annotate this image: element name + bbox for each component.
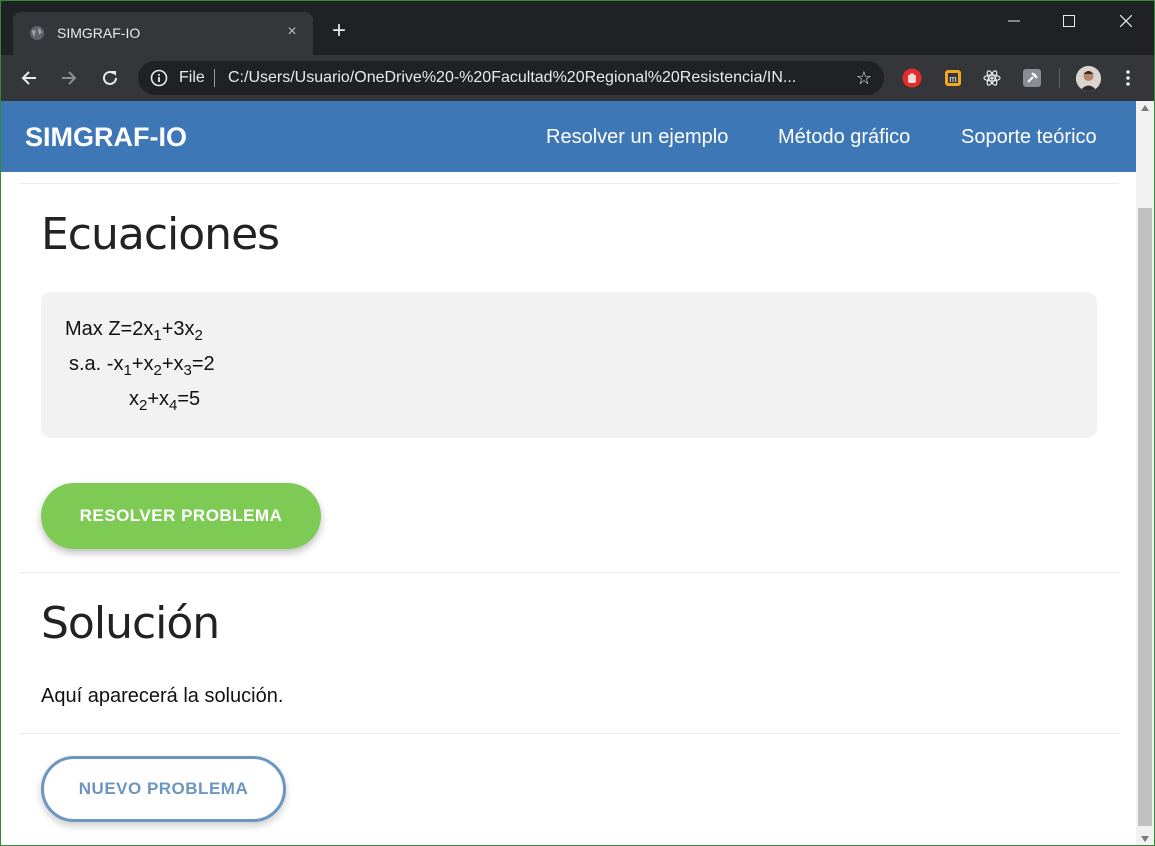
section-title-solucion: Solución (41, 598, 220, 649)
equations-box: Max Z=2x1+3x2 s.a. -x1+x2+x3=2 x2+x4=5 (41, 292, 1097, 438)
maximize-button[interactable] (1054, 9, 1084, 33)
forward-button[interactable] (57, 66, 81, 90)
minimize-button[interactable] (999, 9, 1029, 33)
nav-link-soporte-teorico[interactable]: Soporte teórico (961, 126, 1097, 149)
solution-placeholder-text: Aquí aparecerá la solución. (41, 685, 284, 707)
title-bar: SIMGRAF-IO × + (1, 1, 1154, 55)
info-icon[interactable] (150, 69, 168, 87)
scroll-down-arrow-icon[interactable] (1141, 836, 1149, 842)
minimize-icon (1008, 20, 1020, 22)
section-divider (19, 733, 1119, 734)
tab-title: SIMGRAF-IO (57, 25, 141, 41)
close-window-button[interactable] (1111, 9, 1141, 33)
maximize-icon (1063, 15, 1075, 27)
browser-window: SIMGRAF-IO × + File C:/Users/Usuario/One (0, 0, 1155, 846)
avatar[interactable] (1076, 66, 1101, 91)
reload-icon (103, 70, 117, 85)
back-arrow-icon (21, 71, 36, 85)
pin-extension-icon[interactable] (1022, 68, 1042, 88)
nav-link-metodo-grafico[interactable]: Método gráfico (778, 126, 910, 149)
section-divider (19, 183, 1119, 184)
profile-icon (1076, 66, 1101, 91)
reload-button[interactable] (98, 66, 122, 90)
close-icon (1120, 15, 1132, 27)
url-text[interactable]: C:/Users/Usuario/OneDrive%20-%20Facultad… (228, 69, 838, 87)
address-bar[interactable]: File C:/Users/Usuario/OneDrive%20-%20Fac… (138, 61, 884, 95)
new-tab-button[interactable]: + (327, 19, 351, 43)
objective-function: Max Z=2x1+3x2 (65, 318, 203, 344)
svg-text:m: m (949, 74, 957, 84)
constraint-1: s.a. -x1+x2+x3=2 (69, 353, 215, 379)
globe-icon (30, 26, 44, 40)
address-separator (214, 69, 215, 87)
vertical-scrollbar[interactable] (1136, 101, 1154, 845)
hand-stop-extension-icon[interactable] (902, 68, 922, 88)
browser-tab[interactable]: SIMGRAF-IO × (13, 12, 313, 55)
bookmark-star-icon[interactable]: ☆ (856, 68, 872, 88)
resolver-problema-button[interactable]: RESOLVER PROBLEMA (41, 483, 321, 549)
react-extension-icon[interactable] (982, 68, 1002, 88)
toolbar-divider (1059, 68, 1060, 88)
app-header: SIMGRAF-IO Resolver un ejemplo Método gr… (1, 101, 1136, 172)
browser-toolbar: File C:/Users/Usuario/OneDrive%20-%20Fac… (1, 55, 1154, 101)
brand-logo[interactable]: SIMGRAF-IO (25, 122, 187, 153)
constraint-2: x2+x4=5 (129, 388, 201, 414)
page-viewport: SIMGRAF-IO Resolver un ejemplo Método gr… (1, 101, 1136, 845)
tab-close-icon[interactable]: × (283, 23, 301, 41)
nav-link-resolver-ejemplo[interactable]: Resolver un ejemplo (546, 126, 728, 149)
scroll-up-arrow-icon[interactable] (1141, 105, 1149, 111)
m-extension-icon[interactable]: m (943, 68, 963, 88)
section-divider (19, 572, 1119, 573)
back-button[interactable] (17, 66, 41, 90)
scheme-label: File (179, 69, 205, 86)
section-title-ecuaciones: Ecuaciones (41, 209, 280, 260)
forward-arrow-icon (62, 71, 77, 85)
kebab-menu-icon[interactable] (1118, 68, 1138, 88)
nuevo-problema-button[interactable]: NUEVO PROBLEMA (41, 756, 286, 822)
scrollbar-thumb[interactable] (1138, 208, 1152, 826)
